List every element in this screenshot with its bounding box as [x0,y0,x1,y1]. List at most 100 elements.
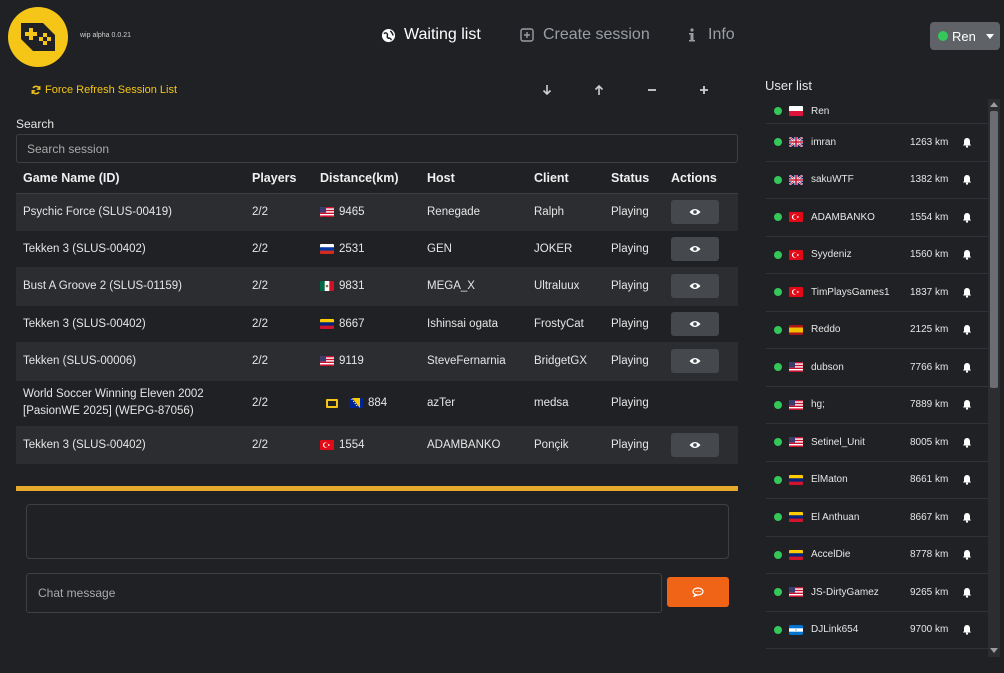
nav-waiting-list[interactable]: Waiting list [380,26,481,44]
user-list-scrollbar[interactable] [988,99,1000,657]
user-menu-button[interactable]: Ren [930,22,1000,50]
user-list-item[interactable]: TimPlaysGames1 1837 km [766,274,988,312]
bell-icon[interactable] [960,135,974,149]
table-row[interactable]: Psychic Force (SLUS-00419) 2/2 9465 Rene… [16,193,738,231]
bell-icon[interactable] [960,248,974,262]
cell-distance-wrap: 9831 [313,267,420,306]
spectate-button[interactable] [671,199,719,224]
col-distance[interactable]: Distance(km) [313,164,420,194]
user-list-item[interactable]: ElMaton 8661 km [766,462,988,499]
cell-players: 2/2 [245,342,313,381]
cell-distance: 9831 [339,280,365,292]
table-row[interactable]: Tekken 3 (SLUS-00402) 2/2 2531 GEN JOKER… [16,230,738,268]
bell-icon[interactable] [960,323,974,337]
spectate-button[interactable] [671,311,719,336]
online-status-icon [774,475,782,484]
user-distance: 8778 km [910,549,949,561]
spectate-button[interactable] [671,274,719,298]
user-list-item[interactable]: JS-DirtyGamez 9265 km [766,574,988,612]
bell-icon[interactable] [960,398,974,412]
chat-message-input[interactable] [26,573,662,613]
user-distance: 2125 km [910,324,949,336]
scroll-down-icon[interactable] [990,648,998,653]
flag-us-icon [789,399,803,410]
plus-square-icon [519,27,535,43]
bell-icon[interactable] [960,360,974,374]
eye-icon [689,358,701,364]
user-name: Setinel_Unit [811,436,865,448]
bell-icon[interactable] [960,435,974,449]
user-list-item[interactable]: DJLink654 9700 km [766,612,988,649]
divider-bar[interactable] [16,486,738,491]
scroll-thumb[interactable] [990,111,998,388]
cell-host: ADAMBANKO [420,426,527,464]
col-client[interactable]: Client [527,164,604,194]
bell-icon[interactable] [960,173,974,187]
scroll-up-icon[interactable] [990,102,998,107]
table-row[interactable]: Tekken (SLUS-00006) 2/2 9119 SteveFernar… [16,342,738,381]
user-list-item[interactable]: ADAMBANKO 1554 km [766,199,988,237]
force-refresh-button[interactable]: Force Refresh Session List [31,84,177,96]
minus-icon[interactable] [644,82,660,98]
user-list-item[interactable]: AccelDie 8778 km [766,537,988,574]
plus-icon[interactable] [696,82,712,98]
flag-us-icon [789,362,803,373]
user-name: ADAMBANKO [811,211,875,223]
nav-create-session[interactable]: Create session [519,26,650,44]
table-row[interactable]: World Soccer Winning Eleven 2002 [Pasion… [16,380,738,427]
cell-distance: 9465 [339,205,365,218]
user-list-item[interactable]: dubson 7766 km [766,349,988,387]
table-row[interactable]: Bust A Groove 2 (SLUS-01159) 2/2 9831 ME… [16,267,738,306]
user-list-item[interactable]: sakuWTF 1382 km [766,162,988,199]
cell-client: JOKER [527,230,604,268]
col-players[interactable]: Players [245,164,313,194]
cell-game: Psychic Force (SLUS-00419) [16,193,245,231]
user-list[interactable]: Ren imran 1263 km sakuWTF 1382 km ADAMBANKO 15… [766,99,988,655]
user-list-item[interactable]: Setinel_Unit 8005 km [766,424,988,462]
send-message-button[interactable] [667,577,729,607]
cell-client: Ultraluux [527,267,604,306]
cell-players: 2/2 [245,230,313,268]
col-host[interactable]: Host [420,164,527,194]
arrow-up-icon[interactable] [591,82,607,98]
flag-tr-icon [320,439,334,450]
nav-info[interactable]: Info [684,26,735,44]
user-list-item[interactable]: Syydeniz 1560 km [766,237,988,274]
user-distance: 1837 km [910,286,949,298]
session-table: Game Name (ID) Players Distance(km) Host… [16,164,738,464]
spectate-button[interactable] [671,349,719,373]
user-list-item[interactable]: Ren [766,99,988,124]
cell-players: 2/2 [245,305,313,343]
user-menu-label: Ren [952,28,976,44]
bell-icon[interactable] [960,548,974,562]
flag-gb-icon [789,137,803,148]
chat-log[interactable] [26,504,729,559]
bell-icon[interactable] [960,285,974,299]
col-game-name[interactable]: Game Name (ID) [16,164,245,194]
bell-icon[interactable] [960,510,974,524]
bell-icon[interactable] [960,623,974,637]
table-row[interactable]: Tekken 3 (SLUS-00402) 2/2 1554 ADAMBANKO… [16,426,738,464]
cell-distance-wrap: 9119 [313,342,420,381]
user-list-item[interactable]: Reddo 2125 km [766,312,988,349]
online-status-icon [774,175,782,184]
table-row[interactable]: Tekken 3 (SLUS-00402) 2/2 8667 Ishinsai … [16,305,738,343]
header: wip alpha 0.0.21 Waiting list Create ses… [0,0,1004,72]
cell-client: FrostyCat [527,305,604,343]
user-list-item[interactable]: El Anthuan 8667 km [766,499,988,537]
arrow-down-icon[interactable] [539,82,555,98]
col-status[interactable]: Status [604,164,664,194]
user-distance: 7766 km [910,361,949,373]
cell-actions [664,380,738,427]
app-logo[interactable] [8,7,68,67]
bell-icon[interactable] [960,473,974,487]
spectate-button[interactable] [671,236,719,261]
bell-icon[interactable] [960,585,974,599]
online-status-icon [774,250,782,259]
bell-icon[interactable] [960,210,974,224]
user-list-item[interactable]: imran 1263 km [766,124,988,162]
search-input[interactable] [16,134,738,163]
user-name: TimPlaysGames1 [811,286,890,298]
spectate-button[interactable] [671,432,719,457]
user-list-item[interactable]: hg; 7889 km [766,387,988,424]
